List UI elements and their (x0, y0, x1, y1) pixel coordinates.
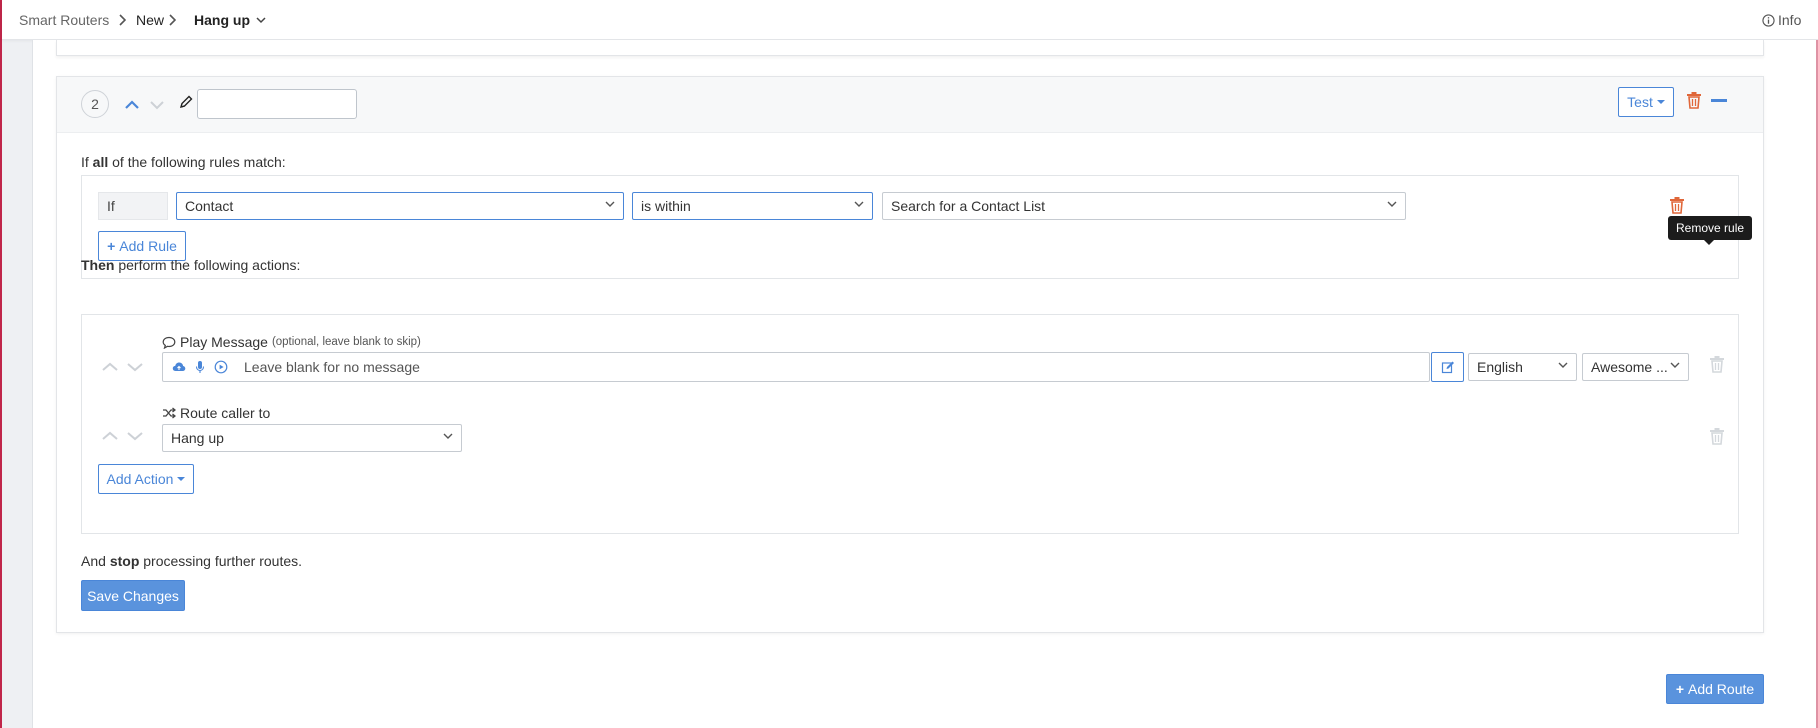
previous-route-card (56, 40, 1764, 56)
action-move-down-icon[interactable] (127, 428, 143, 444)
play-message-hint: (optional, leave blank to skip) (271, 336, 421, 348)
route-caller-label: Route caller to (162, 405, 270, 421)
rules-heading: If all of the following rules match: (81, 154, 286, 170)
breadcrumb-root[interactable]: Smart Routers (19, 0, 109, 40)
caret-down-icon (1656, 100, 1665, 104)
remove-rule-trash-icon[interactable] (1669, 196, 1685, 217)
chevron-right-icon (168, 0, 176, 40)
route-number-badge: 2 (81, 90, 109, 118)
route-destination-select[interactable]: Hang up (162, 424, 462, 452)
speech-bubble-icon (162, 336, 176, 349)
chevron-down-icon (443, 433, 453, 439)
breadcrumb-section[interactable]: New (136, 0, 164, 40)
rules-box: If Contact is within Search for a Contac… (81, 175, 1739, 279)
actions-box: Play Message (optional, leave blank to s… (81, 314, 1739, 534)
if-label: If (98, 192, 168, 220)
caret-down-icon (177, 477, 186, 481)
top-bar: Smart Routers New Hang up Info (2, 0, 1818, 40)
play-circle-icon[interactable] (214, 360, 228, 374)
stop-processing-text: And stop processing further routes. (81, 553, 303, 569)
voice-select[interactable]: Awesome ... (1582, 353, 1689, 381)
chevron-down-icon (1558, 362, 1568, 368)
play-message-label: Play Message (optional, leave blank to s… (162, 334, 421, 350)
actions-heading: Then perform the following actions: (81, 257, 301, 273)
save-changes-button[interactable]: Save Changes (81, 580, 185, 611)
delete-action-trash-icon[interactable] (1709, 355, 1725, 376)
plus-icon: + (107, 238, 116, 254)
chevron-down-icon (854, 201, 864, 207)
route-card-header: 2 Test (57, 77, 1763, 133)
info-link[interactable]: Info (1762, 0, 1801, 40)
route-card: 2 Test If all of the following rules mat… (56, 76, 1764, 633)
delete-action-trash-icon[interactable] (1709, 427, 1725, 448)
breadcrumb-current[interactable]: Hang up (194, 0, 266, 40)
action-move-up-icon[interactable] (102, 359, 118, 375)
remove-rule-tooltip: Remove rule (1668, 216, 1753, 245)
pencil-icon (179, 95, 193, 112)
route-name-input[interactable] (197, 89, 357, 119)
edit-message-button[interactable] (1431, 352, 1464, 382)
action-move-up-icon[interactable] (102, 428, 118, 444)
contact-list-search-select[interactable]: Search for a Contact List (882, 192, 1406, 220)
microphone-icon[interactable] (195, 360, 205, 374)
add-route-button[interactable]: + Add Route (1666, 674, 1764, 704)
rule-operator-select[interactable]: is within (632, 192, 873, 220)
delete-route-trash-icon[interactable] (1686, 91, 1702, 112)
chevron-down-icon (1387, 201, 1397, 207)
rule-field-select[interactable]: Contact (176, 192, 624, 220)
collapse-minus-icon[interactable] (1711, 99, 1727, 102)
chevron-down-icon (1670, 362, 1680, 368)
language-select[interactable]: English (1468, 353, 1577, 381)
message-input[interactable]: Leave blank for no message (162, 352, 1430, 382)
chevron-right-icon (118, 0, 126, 40)
window-edge-accent (0, 0, 2, 728)
move-down-icon[interactable] (150, 97, 164, 113)
info-icon (1762, 13, 1775, 27)
shuffle-icon (163, 407, 176, 419)
test-button[interactable]: Test (1618, 87, 1674, 117)
move-up-icon[interactable] (125, 97, 139, 113)
edit-icon (1441, 361, 1454, 374)
cloud-upload-icon[interactable] (172, 361, 186, 373)
message-placeholder: Leave blank for no message (244, 359, 420, 375)
plus-icon: + (1675, 681, 1684, 697)
chevron-down-icon (605, 201, 615, 207)
add-action-button[interactable]: Add Action (98, 464, 194, 494)
action-move-down-icon[interactable] (127, 359, 143, 375)
chevron-down-icon (256, 16, 266, 23)
